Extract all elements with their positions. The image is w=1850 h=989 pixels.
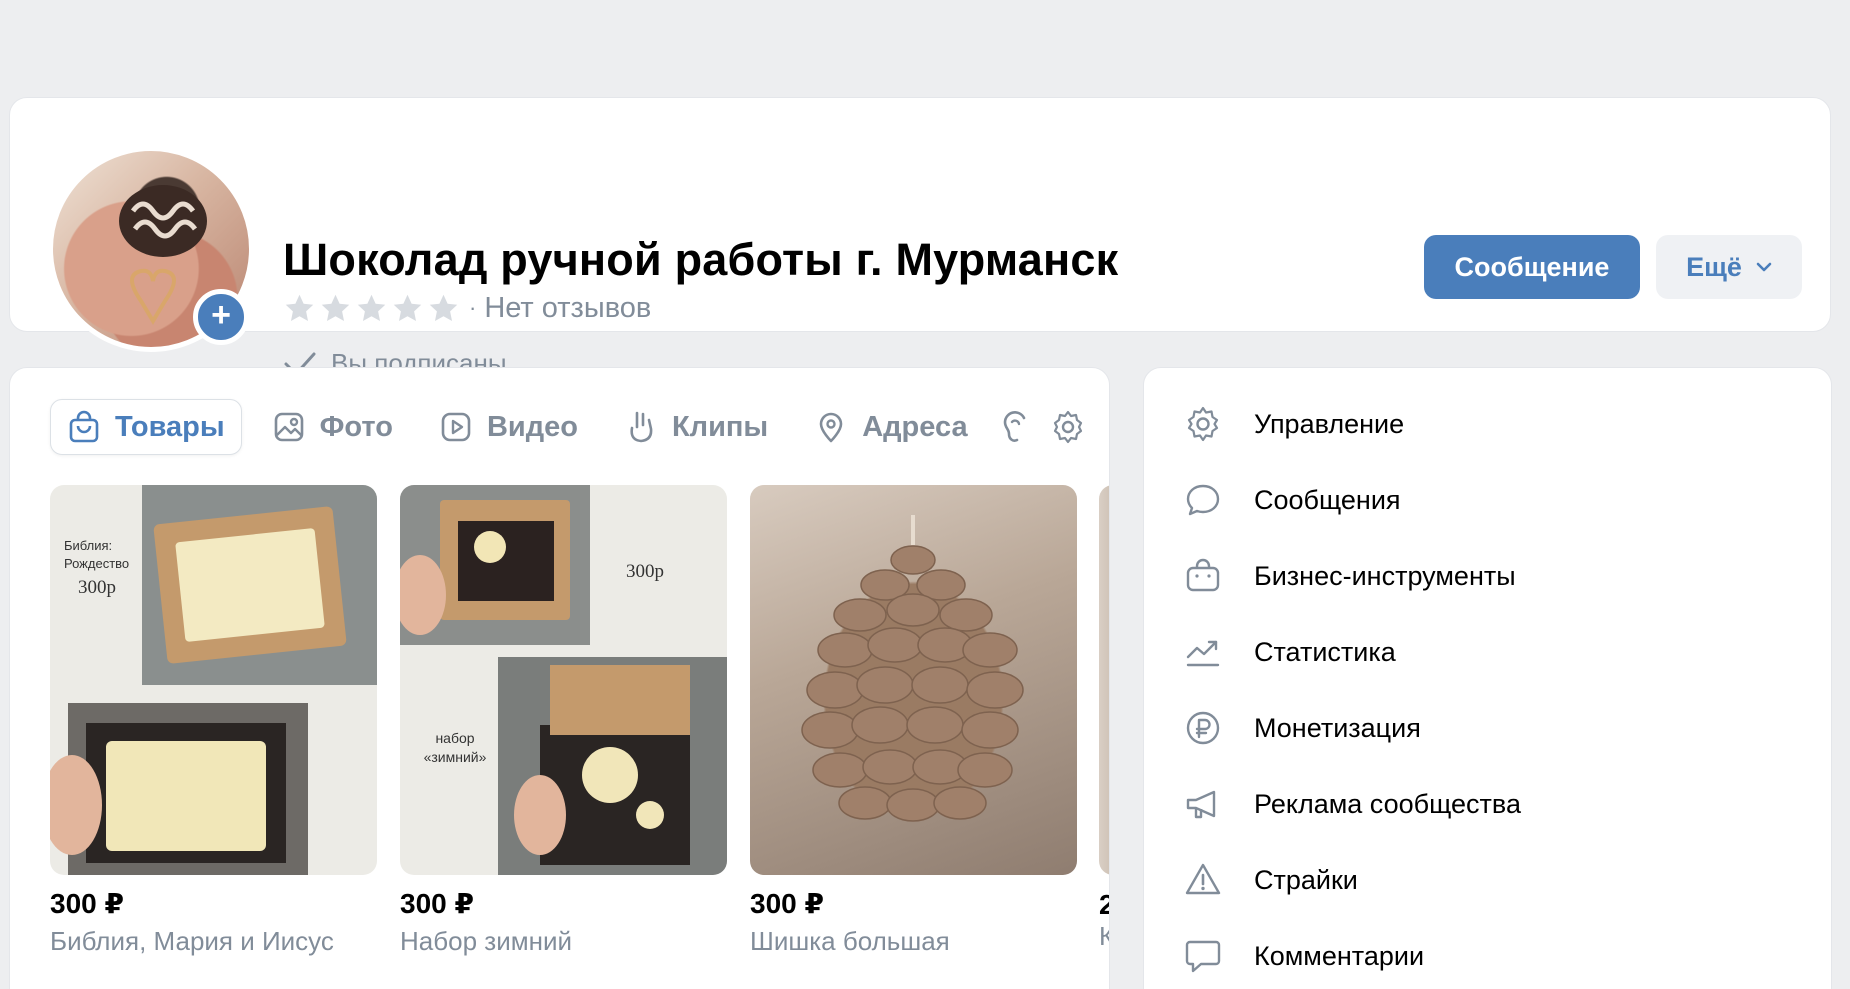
menu-item-label: Статистика — [1254, 636, 1396, 667]
product-image[interactable]: 300р набор «зимний» — [400, 485, 727, 875]
tab-label: Видео — [486, 410, 578, 443]
tab-goods[interactable]: Товары — [50, 399, 242, 455]
management-menu: Управление Сообщения Бизнес-инструменты … — [1143, 367, 1832, 989]
product-name[interactable]: Набор зимний — [400, 926, 727, 957]
star-icon — [357, 294, 386, 321]
image-caption: набор — [435, 730, 475, 746]
menu-item-messages[interactable]: Сообщения — [1184, 462, 1521, 538]
ear-icon — [1003, 411, 1025, 442]
gear-icon — [1187, 406, 1219, 442]
tabs-settings-button[interactable] — [1050, 399, 1086, 455]
product-name[interactable]: Шишка большая — [750, 926, 1077, 957]
more-button-label: Ещё — [1686, 251, 1742, 282]
tab-clips[interactable]: Клипы — [608, 399, 784, 455]
message-button-label: Сообщение — [1454, 251, 1610, 282]
tab-label: Фото — [319, 410, 393, 443]
rating-row[interactable]: · Нет отзывов — [283, 290, 651, 326]
menu-item-label: Реклама сообщества — [1254, 788, 1521, 819]
star-icon — [429, 294, 458, 321]
tab-label: Адреса — [862, 410, 968, 443]
image-caption: Библия: — [64, 538, 113, 553]
photo-icon — [274, 412, 303, 442]
product-price: 300 ₽ — [400, 888, 474, 919]
tab-addresses[interactable]: Адреса — [798, 399, 983, 455]
message-icon — [1186, 484, 1220, 516]
menu-item-comments[interactable]: Комментарии — [1184, 918, 1521, 989]
tab-video[interactable]: Видео — [423, 399, 594, 455]
menu-item-label: Бизнес-инструменты — [1254, 560, 1516, 591]
image-caption: Рождество — [64, 556, 130, 571]
content-card: Товары Фото Видео Клипы Адреса Библия: Р… — [9, 367, 1110, 989]
menu-item-statistics[interactable]: Статистика — [1184, 614, 1521, 690]
menu-item-label: Страйки — [1254, 864, 1358, 895]
ruble-icon — [1186, 711, 1220, 745]
menu-item-label: Комментарии — [1254, 940, 1425, 971]
product-image[interactable] — [750, 485, 1077, 875]
community-header: + Шоколад ручной работы г. Мурманск · Не… — [9, 97, 1831, 378]
rating-separator: · — [469, 295, 477, 320]
avatar-add-button[interactable]: + — [193, 289, 249, 345]
product-name[interactable]: Библия, Мария и Иисус — [50, 926, 377, 957]
product-card[interactable]: 300р набор «зимний» 300 ₽ Набор зимний — [400, 485, 727, 957]
reviews-link[interactable]: Нет отзывов — [484, 292, 651, 325]
megaphone-icon — [1186, 790, 1216, 819]
video-icon — [441, 412, 471, 442]
bag-icon — [69, 410, 99, 443]
page-title: Шоколад ручной работы г. Мурманск — [283, 234, 1119, 285]
image-caption: 300р — [626, 561, 664, 582]
gear-icon — [1053, 410, 1082, 444]
star-icon — [321, 294, 350, 321]
stats-icon — [1186, 640, 1220, 667]
star-icon — [393, 294, 422, 321]
menu-item-advertising[interactable]: Реклама сообщества — [1184, 766, 1521, 842]
clips-icon — [630, 411, 653, 443]
message-button[interactable]: Сообщение — [1424, 235, 1640, 299]
tab-label: Товары — [115, 410, 225, 443]
product-price: 300 ₽ — [750, 888, 824, 919]
chevron-down-icon — [1756, 262, 1772, 272]
image-caption: «зимний» — [423, 749, 487, 765]
tab-more[interactable] — [998, 399, 1032, 455]
tab-label: Клипы — [671, 410, 769, 443]
menu-item-label: Управление — [1254, 408, 1405, 439]
star-icon — [285, 294, 314, 321]
menu-item-management[interactable]: Управление — [1184, 386, 1521, 462]
product-image[interactable]: Библия: Рождество 300р — [50, 485, 377, 875]
image-caption: 300р — [78, 577, 116, 598]
product-name[interactable]: К — [1099, 921, 1109, 952]
more-button[interactable]: Ещё — [1656, 235, 1802, 299]
menu-item-label: Сообщения — [1254, 484, 1401, 515]
next-product-image[interactable] — [1099, 485, 1109, 875]
menu-item-label: Монетизация — [1254, 712, 1421, 743]
product-list: Библия: Рождество 300р 300 ₽ Библия, Мар… — [50, 485, 1100, 957]
section-tabs: Товары Фото Видео Клипы Адреса — [50, 399, 1104, 455]
product-card[interactable]: 300 ₽ Шишка большая — [750, 485, 1077, 957]
comment-icon — [1185, 940, 1221, 973]
product-card[interactable]: Библия: Рождество 300р 300 ₽ Библия, Мар… — [50, 485, 377, 957]
warning-icon — [1185, 863, 1221, 895]
product-price: 2 — [1099, 889, 1109, 921]
menu-item-monetization[interactable]: Монетизация — [1184, 690, 1521, 766]
menu-item-strikes[interactable]: Страйки — [1184, 842, 1521, 918]
briefcase-icon — [1186, 558, 1220, 592]
tab-photo[interactable]: Фото — [256, 399, 409, 455]
product-price: 300 ₽ — [50, 888, 124, 919]
location-icon — [819, 412, 843, 443]
menu-item-business-tools[interactable]: Бизнес-инструменты — [1184, 538, 1521, 614]
